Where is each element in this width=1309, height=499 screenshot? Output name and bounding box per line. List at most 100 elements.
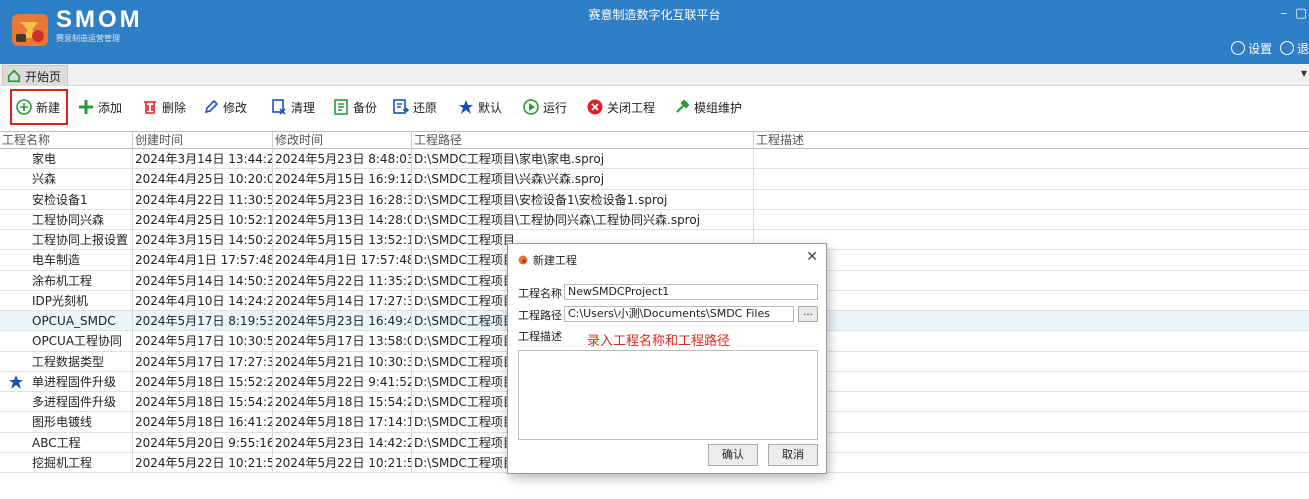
input-hint-annotation: 录入工程名称和工程路径 [587,334,731,349]
cell-modified-time: 2024年5月23日 16:49:44 [273,311,412,331]
confirm-button[interactable]: 确认 [708,444,758,466]
edit-button[interactable]: 修改 [203,95,247,119]
cell-modified-time: 2024年5月22日 11:35:27 [273,270,412,291]
star-icon [459,100,473,114]
table-header: 工程名称 创建时间 修改时间 工程路径 工程描述 [0,131,1309,149]
maximize-button[interactable]: ▢ [1295,6,1307,21]
new-project-button[interactable]: 新建 [10,89,69,125]
cell-created-time: 2024年5月18日 15:54:25 [133,392,273,412]
cell-created-time: 2024年4月25日 10:52:11 [133,209,273,230]
app-icon [518,255,528,265]
dialog-title: 新建工程 [533,254,577,267]
clear-button[interactable]: 清理 [271,95,315,119]
add-circle-icon [16,99,32,115]
cell-project-name: 家电 [0,149,133,169]
project-path-label: 工程路径 [518,309,562,322]
cell-project-description [754,210,1309,230]
column-header-name[interactable]: 工程名称 [0,132,133,149]
cell-project-name: 工程数据类型 [0,351,133,372]
cell-project-name: OPCUA工程协同 [0,331,133,352]
table-row[interactable]: 家电 2024年3月14日 13:44:24 2024年5月23日 8:48:03 D… [0,149,1309,170]
cell-created-time: 2024年5月17日 8:19:53 [133,311,273,331]
table-row[interactable]: 兴森 2024年4月25日 10:20:00 2024年5月15日 16:9:12 D… [0,169,1309,190]
cell-created-time: 2024年4月25日 10:20:00 [133,169,273,190]
tab-start-page[interactable]: 开始页 [2,65,69,86]
restore-icon [393,99,409,114]
cell-project-description [754,392,1309,412]
cell-project-description [754,271,1309,291]
run-button[interactable]: 运行 [523,95,567,119]
cell-project-name: OPCUA_SMDC [0,311,133,331]
logout-label: 退 [1296,42,1309,56]
cell-created-time: 2024年5月18日 15:52:20 [133,371,273,392]
tab-menu-icon[interactable]: ▾ [1301,66,1307,80]
column-header-description[interactable]: 工程描述 [754,132,1309,149]
gear-icon [1231,41,1246,55]
cell-project-path: D:\SMDC工程项目\兴森\兴森.sproj [412,169,754,190]
project-name-input[interactable]: NewSMDCProject1 [564,284,818,300]
cell-project-description [754,291,1309,311]
cell-project-name: IDP光刻机 [0,290,133,311]
table-row[interactable]: 安检设备1 2024年4月22日 11:30:55 2024年5月23日 16:28… [0,189,1309,210]
column-header-modified[interactable]: 修改时间 [273,132,412,149]
cell-project-path: D:\SMDC工程项目\安检设备1\安检设备1.sproj [412,189,754,210]
cell-project-name: 图形电镀线 [0,412,133,433]
dialog-title-bar: 新建工程 [518,252,577,268]
cell-project-description [754,169,1309,189]
browse-path-button[interactable]: ... [798,306,818,322]
cell-project-description [754,433,1309,453]
project-name-label: 工程名称 [518,287,562,300]
cell-modified-time: 2024年5月14日 17:27:32 [273,290,412,311]
cell-modified-time: 2024年5月23日 8:48:03 [273,149,412,169]
cell-project-name: 涂布机工程 [0,270,133,291]
cell-project-description [754,250,1309,270]
tab-label: 开始页 [25,69,62,84]
close-circle-icon [587,99,603,115]
set-default-button[interactable]: 默认 [458,95,502,119]
title-bar: SMOM 赛意制造运营管理 赛意制造数字化互联平台 – ▢ 设置 退 [0,0,1309,64]
cell-modified-time: 2024年5月22日 9:41:52 [273,371,412,392]
backup-button[interactable]: 备份 [333,95,377,119]
cell-project-name: 电车制造 [0,250,133,271]
cell-project-name: 安检设备1 [0,189,133,210]
cell-project-name: 兴森 [0,169,133,190]
backup-label: 备份 [353,100,378,115]
restore-button[interactable]: 还原 [393,95,437,119]
cell-project-description [754,412,1309,432]
cell-created-time: 2024年4月22日 11:30:55 [133,189,273,210]
delete-button[interactable]: 删除 [142,95,186,119]
settings-button[interactable]: 设置 退 [1231,40,1309,57]
add-button[interactable]: 添加 [78,95,122,119]
cell-project-path: D:\SMDC工程项目\工程协同兴森\工程协同兴森.sproj [412,209,754,230]
cell-project-description [754,190,1309,210]
cell-created-time: 2024年4月10日 14:24:27 [133,290,273,311]
add-label: 添加 [98,100,123,115]
column-header-created[interactable]: 创建时间 [133,132,273,149]
cell-modified-time: 2024年5月23日 16:28:30 [273,189,412,210]
module-maintenance-button[interactable]: 模组维护 [674,95,742,119]
column-header-path[interactable]: 工程路径 [412,132,754,149]
cell-project-description: 挖掘机工程 [754,453,1309,473]
new-project-dialog: 新建工程 ✕ 工程名称 NewSMDCProject1 工程路径 C:\User… [507,243,827,474]
cell-project-description [754,230,1309,250]
cell-modified-time: 2024年5月23日 14:42:25 [273,432,412,453]
dialog-close-button[interactable]: ✕ [806,249,818,265]
project-path-input[interactable]: C:\Users\小測\Documents\SMDC Files [564,306,794,322]
close-project-label: 关闭工程 [607,100,656,115]
cell-modified-time: 2024年5月22日 10:21:56 [273,452,412,473]
project-description-label: 工程描述 [518,330,562,343]
close-project-button[interactable]: 关闭工程 [587,95,655,119]
default-label: 默认 [478,100,503,115]
run-label: 运行 [543,100,568,115]
minimize-button[interactable]: – [1281,6,1288,21]
cell-created-time: 2024年5月14日 14:50:39 [133,270,273,291]
cell-created-time: 2024年4月1日 17:57:48 [133,250,273,271]
cell-modified-time: 2024年5月17日 13:58:07 [273,331,412,352]
cancel-button[interactable]: 取消 [768,444,818,466]
cell-project-description [754,331,1309,351]
pencil-icon [204,99,219,114]
cell-created-time: 2024年5月20日 9:55:16 [133,432,273,453]
cell-project-description [754,311,1309,331]
project-description-textarea[interactable] [518,350,818,440]
table-row[interactable]: 工程协同兴森 2024年4月25日 10:52:11 2024年5月13日 14:2… [0,209,1309,230]
